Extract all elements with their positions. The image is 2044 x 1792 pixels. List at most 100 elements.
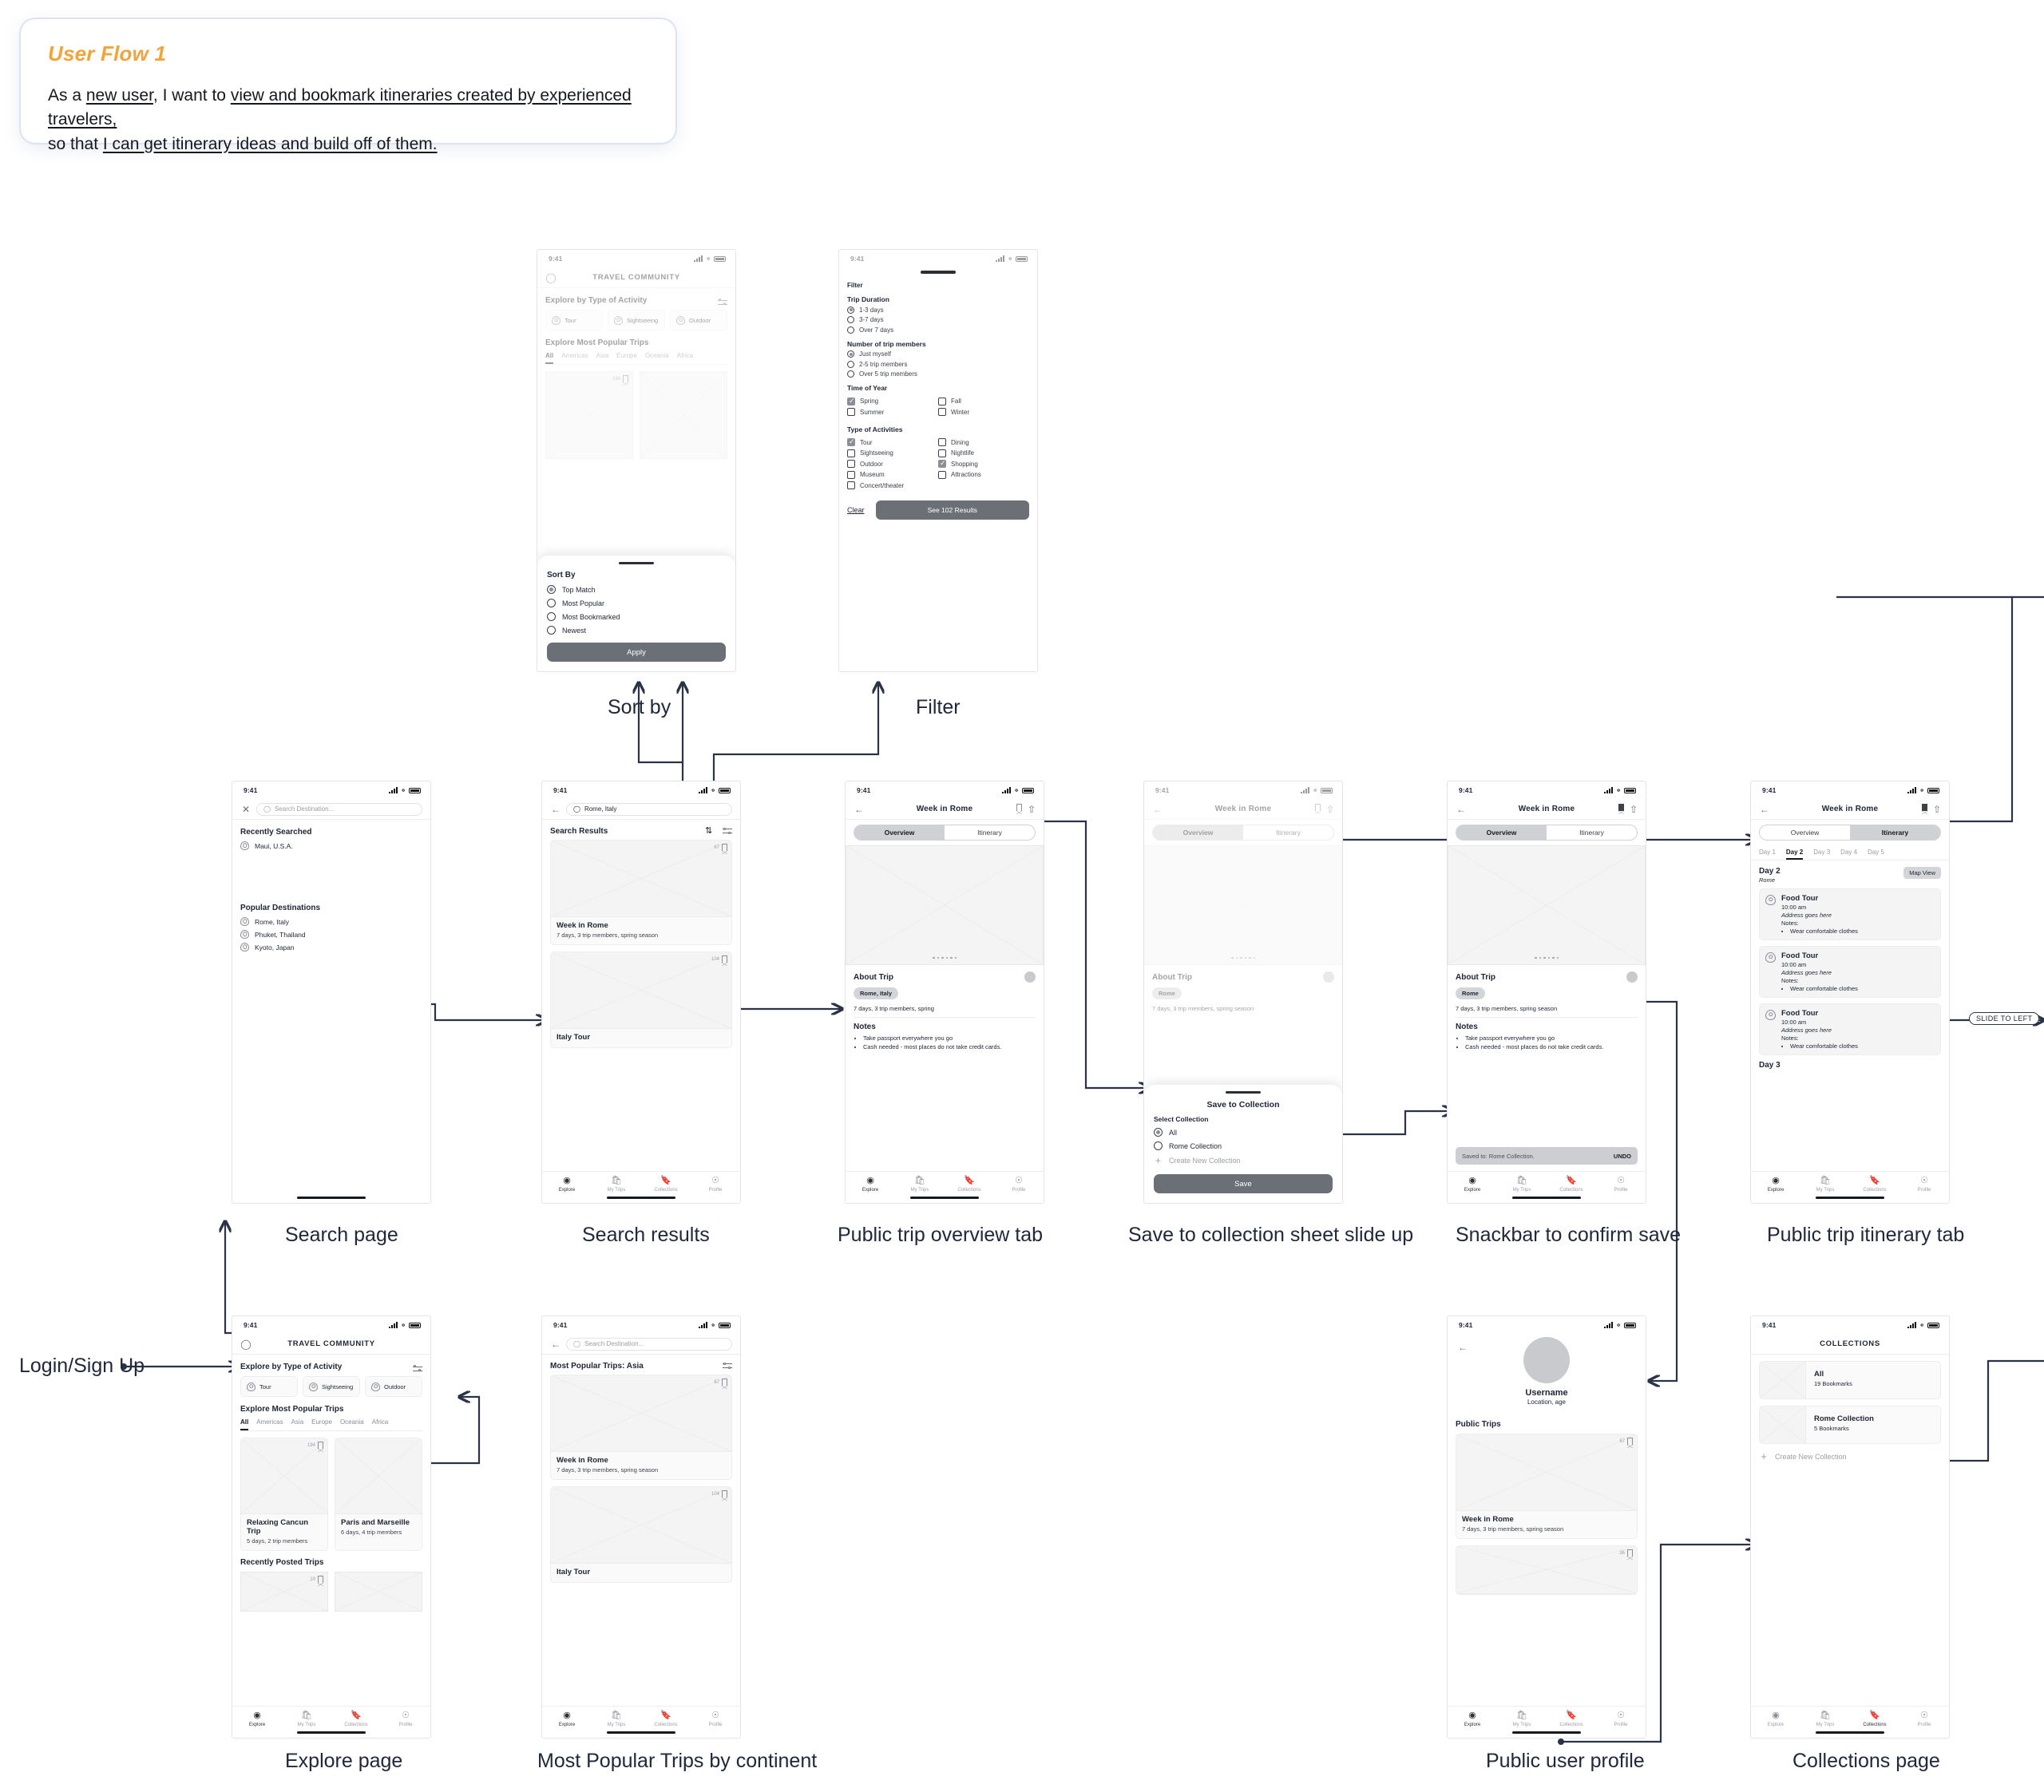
create-new-collection-button[interactable]: + Create New Collection	[1759, 1450, 1941, 1462]
tab-collections[interactable]: 🔖 Collections	[945, 1176, 994, 1193]
tab-explore[interactable]: ◉ Explore	[542, 1176, 592, 1193]
trip-card[interactable]: 36	[1456, 1545, 1638, 1595]
close-icon[interactable]: ✕	[240, 804, 252, 815]
tab-profile[interactable]: ☉ Profile	[381, 1711, 430, 1727]
radio-icon[interactable]	[847, 360, 854, 368]
continent-tab-oceania[interactable]: Oceania	[645, 352, 669, 364]
tab-profile[interactable]: ☉ Profile	[691, 1711, 740, 1727]
checkbox-icon[interactable]	[847, 460, 855, 469]
filter-icon[interactable]	[723, 1361, 732, 1371]
tab-profile[interactable]: ☉ Profile	[1899, 1176, 1949, 1193]
search-icon[interactable]: ◯	[240, 1339, 252, 1350]
tab-explore[interactable]: ◉ Explore	[1751, 1176, 1800, 1193]
share-icon[interactable]: ⇧	[1326, 804, 1334, 815]
trip-card[interactable]: 67 Week in Rome 7 days, 3 trip members, …	[550, 840, 732, 945]
tab-my-trips[interactable]: 🛍 My Trips	[1800, 1711, 1850, 1727]
tab-my-trips[interactable]: 🛍 My Trips	[1497, 1711, 1547, 1727]
bookmark-icon[interactable]	[623, 375, 628, 386]
filter-option-nightlife[interactable]: Nightlife	[938, 449, 1029, 457]
radio-icon[interactable]	[547, 599, 556, 607]
tab-my-trips[interactable]: 🛍 My Trips	[282, 1711, 331, 1727]
checkbox-icon[interactable]	[938, 397, 946, 405]
trip-card[interactable]: 67 Week in Rome 7 days, 3 trip members, …	[550, 1375, 732, 1480]
clear-button[interactable]: Clear	[847, 506, 865, 514]
filter-option-outdoor[interactable]: Outdoor	[847, 460, 938, 469]
filter-option-museum[interactable]: Museum	[847, 470, 938, 479]
bookmark-icon[interactable]	[318, 1576, 323, 1586]
itinerary-item[interactable]: Food Tour 10:00 am Address goes here Not…	[1759, 946, 1941, 998]
radio-icon[interactable]	[847, 316, 854, 324]
popular-destination-rome[interactable]: Rome, Italy	[240, 917, 422, 926]
continent-tab-europe[interactable]: Europe	[311, 1418, 332, 1430]
radio-icon[interactable]	[847, 326, 854, 334]
trip-thumbnail[interactable]: 10	[240, 1572, 328, 1612]
tab-my-trips[interactable]: 🛍 My Trips	[592, 1176, 641, 1193]
tab-my-trips[interactable]: 🛍 My Trips	[592, 1711, 641, 1727]
tab-explore[interactable]: ◉ Explore	[1448, 1711, 1497, 1727]
trip-thumbnail[interactable]: 194	[545, 371, 633, 459]
sort-icon[interactable]: ⇅	[705, 826, 715, 836]
collection-row-all[interactable]: All 19 Bookmarks	[1759, 1361, 1941, 1399]
tab-overview[interactable]: Overview	[1153, 825, 1243, 840]
continent-tab-asia[interactable]: Asia	[596, 352, 609, 364]
filter-option-just-myself[interactable]: Just myself	[847, 350, 1029, 358]
day-tab-2[interactable]: Day 2	[1785, 849, 1804, 860]
continent-tab-americas[interactable]: Americas	[561, 352, 588, 364]
checkbox-icon[interactable]	[847, 470, 855, 479]
radio-icon[interactable]	[847, 370, 854, 378]
bookmark-icon[interactable]	[722, 1490, 727, 1501]
share-icon[interactable]: ⇧	[1028, 804, 1036, 815]
tab-profile[interactable]: ☉ Profile	[994, 1176, 1044, 1193]
continent-tab-all[interactable]: All	[545, 352, 554, 364]
trip-card[interactable]: Paris and Marseille 6 days, 4 trip membe…	[335, 1438, 422, 1551]
checkbox-icon[interactable]	[938, 449, 946, 457]
filter-icon[interactable]	[718, 298, 727, 307]
filter-option-attractions[interactable]: Attractions	[938, 470, 1029, 479]
avatar[interactable]	[1323, 971, 1334, 983]
checkbox-icon[interactable]	[938, 408, 946, 417]
tab-my-trips[interactable]: 🛍 My Trips	[895, 1176, 945, 1193]
tab-itinerary[interactable]: Itinerary	[1547, 825, 1637, 840]
filter-option-concert-theater[interactable]: Concert/theater	[847, 481, 938, 490]
filter-option-winter[interactable]: Winter	[938, 408, 1029, 417]
activity-chip[interactable]: Sightseeing	[608, 310, 665, 330]
save-button[interactable]: Save	[1154, 1174, 1333, 1193]
sort-option-most-bookmarked[interactable]: Most Bookmarked	[547, 612, 726, 621]
checkbox-icon[interactable]	[847, 481, 855, 490]
sheet-grabber[interactable]	[921, 271, 956, 274]
trip-card[interactable]: 104 Italy Tour	[550, 1486, 732, 1583]
trip-thumbnail[interactable]	[640, 371, 727, 459]
collection-row-rome[interactable]: Rome Collection 5 Bookmarks	[1759, 1406, 1941, 1444]
continent-tab-oceania[interactable]: Oceania	[340, 1418, 364, 1430]
checkbox-icon[interactable]	[847, 397, 855, 405]
back-icon[interactable]: ←	[1456, 804, 1467, 815]
bookmark-icon[interactable]	[1922, 803, 1927, 814]
bookmark-icon[interactable]	[722, 955, 727, 966]
continent-tab-asia[interactable]: Asia	[291, 1418, 304, 1430]
tab-overview[interactable]: Overview	[1760, 825, 1850, 840]
tab-profile[interactable]: ☉ Profile	[1899, 1711, 1949, 1727]
sort-option-top-match[interactable]: Top Match	[547, 585, 726, 594]
sheet-grabber[interactable]	[1226, 1090, 1261, 1094]
bookmark-icon[interactable]	[722, 1379, 727, 1389]
tab-overview[interactable]: Overview	[854, 825, 945, 840]
bookmark-icon[interactable]	[1016, 803, 1022, 814]
filter-option-1-3-days[interactable]: 1-3 days	[847, 306, 1029, 314]
tab-profile[interactable]: ☉ Profile	[691, 1176, 740, 1193]
filter-option-2-5-members[interactable]: 2-5 trip members	[847, 360, 1029, 368]
tab-itinerary[interactable]: Itinerary	[1850, 825, 1940, 840]
radio-icon[interactable]	[547, 612, 556, 621]
continent-tab-all[interactable]: All	[240, 1418, 249, 1430]
tab-my-trips[interactable]: 🛍 My Trips	[1800, 1176, 1850, 1193]
filter-option-3-7-days[interactable]: 3-7 days	[847, 316, 1029, 324]
popular-destination-kyoto[interactable]: Kyoto, Japan	[240, 943, 422, 951]
bookmark-icon[interactable]	[1315, 803, 1321, 814]
bookmark-icon[interactable]	[1627, 1438, 1633, 1448]
filter-icon[interactable]	[723, 826, 732, 836]
popular-destination-phuket[interactable]: Phuket, Thailand	[240, 930, 422, 939]
trip-card[interactable]: 104 Italy Tour	[550, 951, 732, 1048]
continent-tab-africa[interactable]: Africa	[372, 1418, 388, 1430]
share-icon[interactable]: ⇧	[1933, 804, 1941, 815]
tab-collections[interactable]: 🔖 Collections	[641, 1711, 691, 1727]
tab-explore[interactable]: ◉ Explore	[542, 1711, 592, 1727]
